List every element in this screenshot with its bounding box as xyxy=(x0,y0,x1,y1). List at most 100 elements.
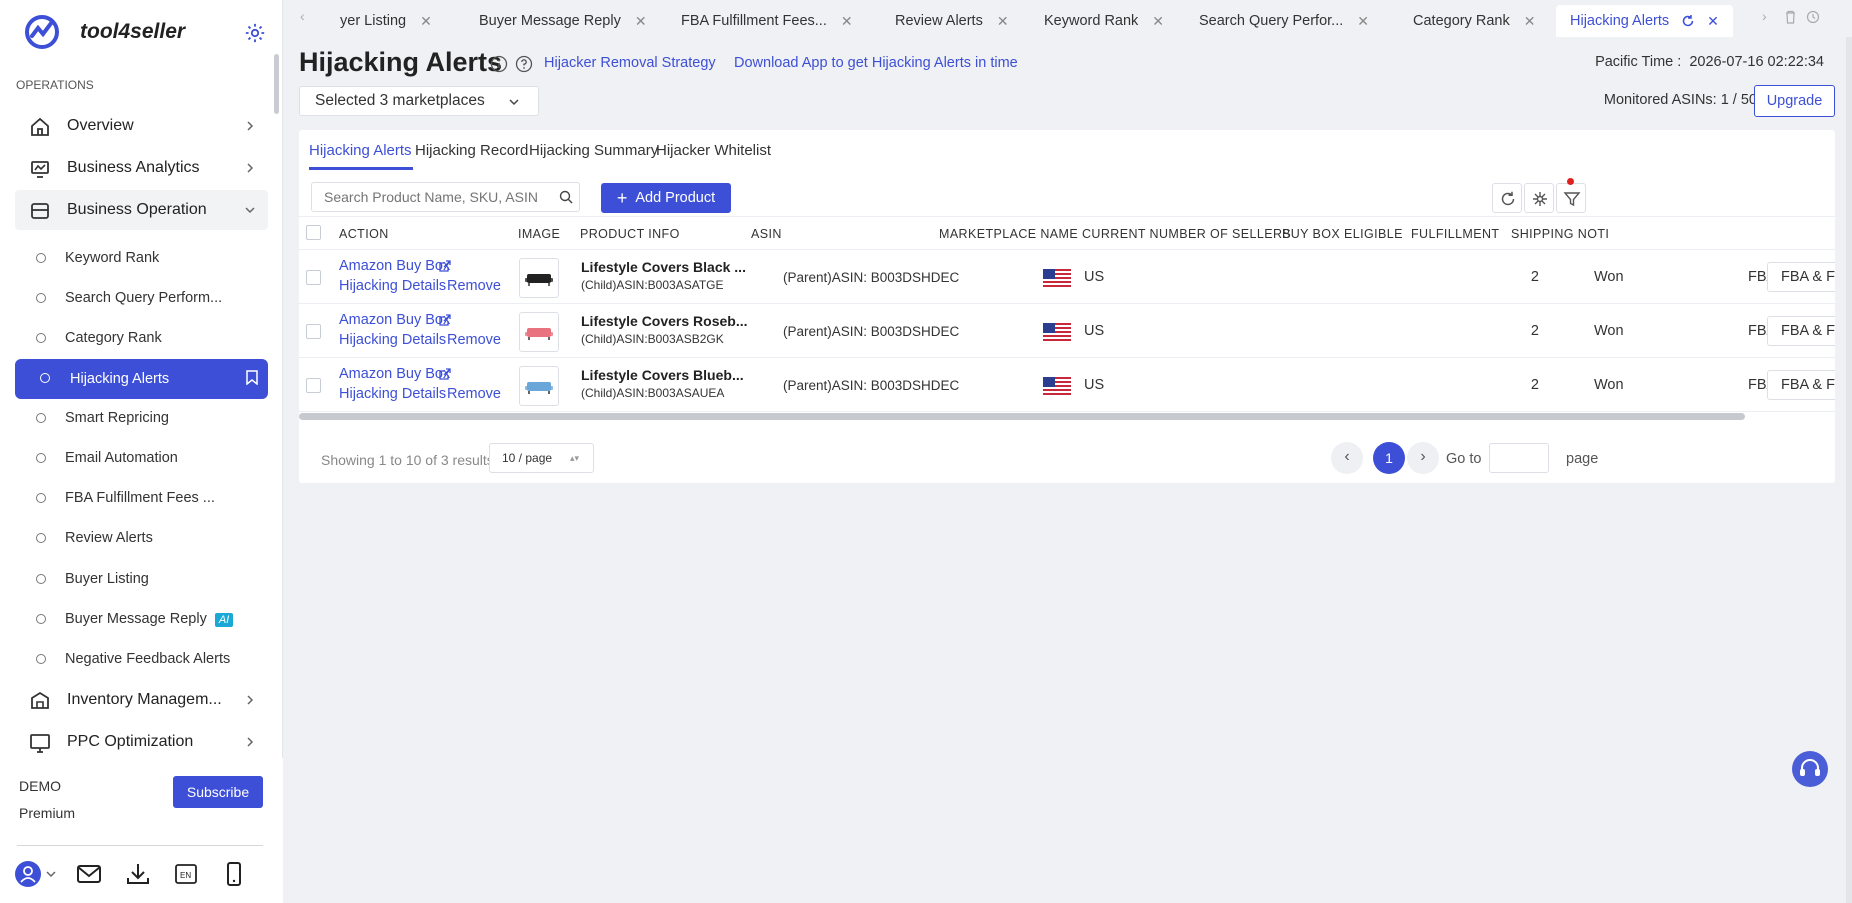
column-header[interactable]: PRODUCT INFO xyxy=(580,227,680,241)
sidebar-item-smart-repricing[interactable]: Smart Repricing xyxy=(15,399,268,437)
search-icon[interactable] xyxy=(558,189,574,205)
column-header[interactable]: MARKETPLACE NAME xyxy=(939,227,1078,241)
window-scrollbar[interactable] xyxy=(1846,37,1852,903)
subscribe-button[interactable]: Subscribe xyxy=(173,776,263,808)
tab-search-query[interactable]: Search Query Perfor... ✕ xyxy=(1199,5,1369,37)
sidebar-item-inventory[interactable]: Inventory Managem... xyxy=(15,680,268,720)
sidebar-item-email-automation[interactable]: Email Automation xyxy=(15,439,268,477)
chevron-down-icon[interactable] xyxy=(44,860,58,888)
filter-button[interactable] xyxy=(1556,183,1586,213)
goto-page-input[interactable] xyxy=(1489,443,1549,473)
info-icon[interactable] xyxy=(490,55,508,73)
bookmark-icon[interactable] xyxy=(246,370,258,385)
mobile-icon[interactable] xyxy=(220,860,248,888)
close-icon[interactable]: ✕ xyxy=(635,13,647,30)
close-icon[interactable]: ✕ xyxy=(1524,13,1536,30)
download-app-link[interactable]: Download App to get Hijacking Alerts in … xyxy=(734,55,1018,71)
column-header[interactable]: CURRENT NUMBER OF SELLERS xyxy=(1082,227,1291,241)
shipping-notification-select[interactable]: FBA & FBM xyxy=(1767,316,1835,346)
column-header[interactable]: ACTION xyxy=(339,227,389,241)
tab-keyword-rank[interactable]: Keyword Rank ✕ xyxy=(1044,5,1164,37)
gear-icon[interactable] xyxy=(244,22,266,44)
row-checkbox[interactable] xyxy=(306,270,321,285)
product-image[interactable] xyxy=(519,366,559,406)
close-icon[interactable]: ✕ xyxy=(1357,13,1369,30)
amazon-buy-box-link[interactable]: Amazon Buy Box xyxy=(339,366,450,382)
close-icon[interactable]: ✕ xyxy=(420,13,432,30)
select-all-checkbox[interactable] xyxy=(306,225,321,240)
tab-review-alerts[interactable]: Review Alerts ✕ xyxy=(895,5,1009,37)
row-checkbox[interactable] xyxy=(306,378,321,393)
subtab-hijacking-summary[interactable]: Hijacking Summary xyxy=(529,142,658,159)
table-horizontal-scrollbar[interactable] xyxy=(299,413,1745,420)
amazon-buy-box-link[interactable]: Amazon Buy Box xyxy=(339,258,450,274)
refresh-button[interactable] xyxy=(1492,183,1522,213)
sidebar-item-negative-feedback[interactable]: Negative Feedback Alerts xyxy=(15,640,268,678)
amazon-buy-box-link[interactable]: Amazon Buy Box xyxy=(339,312,450,328)
sidebar-item-keyword-rank[interactable]: Keyword Rank xyxy=(15,239,268,277)
close-icon[interactable]: ✕ xyxy=(1707,13,1719,30)
trash-icon[interactable] xyxy=(1784,10,1797,24)
remove-link[interactable]: Remove xyxy=(447,332,501,348)
upgrade-button[interactable]: Upgrade xyxy=(1754,85,1835,117)
column-settings-button[interactable] xyxy=(1524,183,1554,213)
external-link-icon[interactable] xyxy=(438,313,452,327)
current-page-button[interactable]: 1 xyxy=(1373,442,1405,474)
tab-buyer-listing[interactable]: yer Listing ✕ xyxy=(340,5,432,37)
close-icon[interactable]: ✕ xyxy=(1152,13,1164,30)
tab-buyer-message-reply[interactable]: Buyer Message Reply ✕ xyxy=(479,5,647,37)
sidebar-item-buyer-message-reply[interactable]: Buyer Message Reply AI xyxy=(15,600,268,638)
subtab-hijacking-record[interactable]: Hijacking Record xyxy=(415,142,528,159)
subtab-hijacking-alerts[interactable]: Hijacking Alerts xyxy=(309,142,412,159)
tab-scroll-left-icon[interactable]: ‹ xyxy=(300,8,305,24)
external-link-icon[interactable] xyxy=(438,367,452,381)
close-icon[interactable]: ✕ xyxy=(841,13,853,30)
tab-category-rank[interactable]: Category Rank ✕ xyxy=(1413,5,1535,37)
sidebar-scrollbar[interactable] xyxy=(274,54,279,114)
row-checkbox[interactable] xyxy=(306,324,321,339)
column-header[interactable]: FULFILLMENT xyxy=(1411,227,1499,241)
close-icon[interactable]: ✕ xyxy=(997,13,1009,30)
shipping-notification-select[interactable]: FBA & FBM xyxy=(1767,370,1835,400)
product-name[interactable]: Lifestyle Covers Roseb... xyxy=(581,313,751,329)
user-avatar-icon[interactable] xyxy=(14,860,42,888)
tab-hijacking-alerts[interactable]: Hijacking Alerts ✕ xyxy=(1556,5,1733,37)
subtab-hijacker-whitelist[interactable]: Hijacker Whitelist xyxy=(656,142,771,159)
sidebar-item-ppc[interactable]: PPC Optimization xyxy=(15,722,268,762)
column-header[interactable]: ASIN xyxy=(751,227,782,241)
remove-link[interactable]: Remove xyxy=(447,278,501,294)
column-header[interactable]: IMAGE xyxy=(518,227,560,241)
hijacking-details-link[interactable]: Hijacking Details xyxy=(339,278,446,294)
sidebar-item-review-alerts[interactable]: Review Alerts xyxy=(15,519,268,557)
language-icon[interactable]: EN xyxy=(172,860,200,888)
hijacker-removal-strategy-link[interactable]: Hijacker Removal Strategy xyxy=(544,55,716,71)
help-icon[interactable] xyxy=(515,55,533,73)
page-size-select[interactable]: 10 / page ▴▾ xyxy=(489,443,594,473)
support-chat-button[interactable] xyxy=(1792,751,1828,787)
search-input[interactable] xyxy=(311,182,580,212)
sidebar-item-overview[interactable]: Overview xyxy=(15,106,268,146)
product-image[interactable] xyxy=(519,258,559,298)
shipping-notification-select[interactable]: FBA & FBM xyxy=(1767,262,1835,292)
add-product-button[interactable]: + Add Product xyxy=(601,183,731,213)
hijacking-details-link[interactable]: Hijacking Details xyxy=(339,332,446,348)
tab-scroll-right-icon[interactable]: › xyxy=(1762,8,1767,24)
remove-link[interactable]: Remove xyxy=(447,386,501,402)
next-page-button[interactable]: › xyxy=(1407,442,1439,474)
sidebar-item-search-query[interactable]: Search Query Perform... xyxy=(15,279,268,317)
history-icon[interactable] xyxy=(1806,10,1820,24)
sidebar-item-business-operation[interactable]: Business Operation xyxy=(15,190,268,230)
column-header[interactable]: SHIPPING NOTI xyxy=(1511,227,1609,241)
download-icon[interactable] xyxy=(124,860,152,888)
product-image[interactable] xyxy=(519,312,559,352)
marketplace-select[interactable]: Selected 3 marketplaces xyxy=(299,86,539,116)
refresh-icon[interactable] xyxy=(1681,14,1695,28)
prev-page-button[interactable]: ‹ xyxy=(1331,442,1363,474)
mail-icon[interactable] xyxy=(75,860,103,888)
sidebar-item-hijacking-alerts[interactable]: Hijacking Alerts xyxy=(15,359,268,399)
tab-fba-fees[interactable]: FBA Fulfillment Fees... ✕ xyxy=(681,5,853,37)
column-header[interactable]: BUY BOX ELIGIBLE xyxy=(1282,227,1403,241)
product-name[interactable]: Lifestyle Covers Black ... xyxy=(581,259,751,275)
sidebar-item-business-analytics[interactable]: Business Analytics xyxy=(15,148,268,188)
brand-logo[interactable]: tool4seller xyxy=(24,14,185,50)
